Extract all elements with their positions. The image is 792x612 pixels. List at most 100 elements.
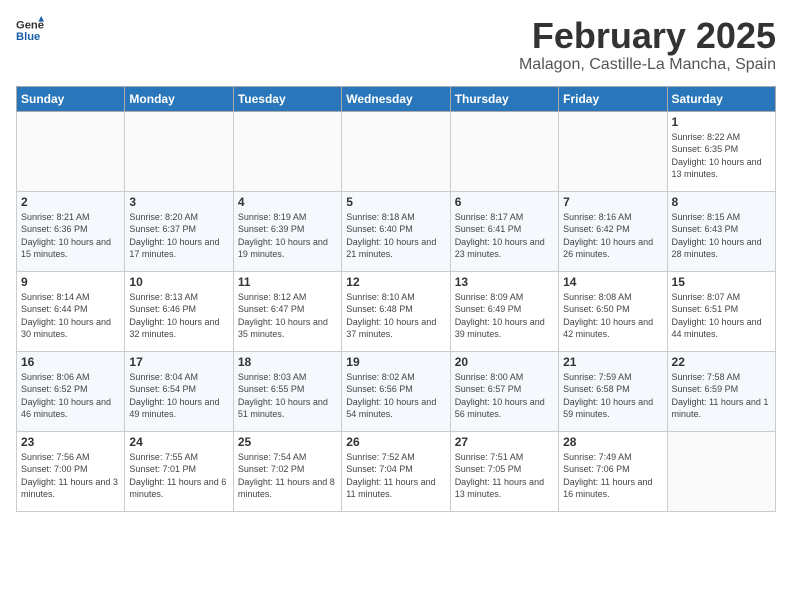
calendar-cell: 23 Sunrise: 7:56 AM Sunset: 7:00 PM Dayli… (17, 431, 125, 511)
calendar-cell: 1 Sunrise: 8:22 AM Sunset: 6:35 PM Daylig… (667, 111, 775, 191)
day-number: 7 (563, 195, 662, 209)
day-info: Sunrise: 7:56 AM Sunset: 7:00 PM Dayligh… (21, 451, 120, 501)
calendar-cell: 7 Sunrise: 8:16 AM Sunset: 6:42 PM Daylig… (559, 191, 667, 271)
day-number: 1 (672, 115, 771, 129)
day-info: Sunrise: 8:04 AM Sunset: 6:54 PM Dayligh… (129, 371, 228, 421)
day-info: Sunrise: 8:16 AM Sunset: 6:42 PM Dayligh… (563, 211, 662, 261)
calendar-cell: 22 Sunrise: 7:58 AM Sunset: 6:59 PM Dayli… (667, 351, 775, 431)
day-number: 16 (21, 355, 120, 369)
calendar-cell: 24 Sunrise: 7:55 AM Sunset: 7:01 PM Dayli… (125, 431, 233, 511)
day-number: 23 (21, 435, 120, 449)
calendar-cell: 6 Sunrise: 8:17 AM Sunset: 6:41 PM Daylig… (450, 191, 558, 271)
svg-text:Blue: Blue (16, 31, 40, 43)
day-info: Sunrise: 8:07 AM Sunset: 6:51 PM Dayligh… (672, 291, 771, 341)
month-title: February 2025 (519, 16, 776, 56)
day-info: Sunrise: 7:51 AM Sunset: 7:05 PM Dayligh… (455, 451, 554, 501)
title-area: February 2025 Malagon, Castille-La Manch… (519, 16, 776, 74)
calendar-week-row: 23 Sunrise: 7:56 AM Sunset: 7:00 PM Dayli… (17, 431, 776, 511)
logo-icon: General Blue (16, 16, 44, 44)
day-number: 28 (563, 435, 662, 449)
calendar-week-row: 9 Sunrise: 8:14 AM Sunset: 6:44 PM Daylig… (17, 271, 776, 351)
calendar-cell: 14Sunrise: 8:08 AM Sunset: 6:50 PM Dayli… (559, 271, 667, 351)
calendar-cell (559, 111, 667, 191)
calendar-cell: 12Sunrise: 8:10 AM Sunset: 6:48 PM Dayli… (342, 271, 450, 351)
calendar-cell: 8Sunrise: 8:15 AM Sunset: 6:43 PM Daylig… (667, 191, 775, 271)
day-info: Sunrise: 8:02 AM Sunset: 6:56 PM Dayligh… (346, 371, 445, 421)
calendar-cell: 21 Sunrise: 7:59 AM Sunset: 6:58 PM Dayli… (559, 351, 667, 431)
calendar-table: SundayMondayTuesdayWednesdayThursdayFrid… (16, 86, 776, 512)
day-number: 8 (672, 195, 771, 209)
calendar-cell: 20 Sunrise: 8:00 AM Sunset: 6:57 PM Dayli… (450, 351, 558, 431)
calendar-cell: 2 Sunrise: 8:21 AM Sunset: 6:36 PM Daylig… (17, 191, 125, 271)
calendar-cell: 17 Sunrise: 8:04 AM Sunset: 6:54 PM Dayli… (125, 351, 233, 431)
day-number: 18 (238, 355, 337, 369)
day-number: 25 (238, 435, 337, 449)
header: General Blue February 2025 Malagon, Cast… (16, 16, 776, 74)
calendar-cell: 10Sunrise: 8:13 AM Sunset: 6:46 PM Dayli… (125, 271, 233, 351)
location-title: Malagon, Castille-La Mancha, Spain (519, 56, 776, 74)
calendar-cell: 15 Sunrise: 8:07 AM Sunset: 6:51 PM Dayli… (667, 271, 775, 351)
day-number: 17 (129, 355, 228, 369)
weekday-header-monday: Monday (125, 86, 233, 111)
day-number: 13 (455, 275, 554, 289)
calendar-cell: 26 Sunrise: 7:52 AM Sunset: 7:04 PM Dayli… (342, 431, 450, 511)
calendar-week-row: 1 Sunrise: 8:22 AM Sunset: 6:35 PM Daylig… (17, 111, 776, 191)
day-info: Sunrise: 8:10 AM Sunset: 6:48 PM Dayligh… (346, 291, 445, 341)
day-info: Sunrise: 7:49 AM Sunset: 7:06 PM Dayligh… (563, 451, 662, 501)
weekday-header-sunday: Sunday (17, 86, 125, 111)
day-number: 9 (21, 275, 120, 289)
day-info: Sunrise: 7:52 AM Sunset: 7:04 PM Dayligh… (346, 451, 445, 501)
day-info: Sunrise: 8:17 AM Sunset: 6:41 PM Dayligh… (455, 211, 554, 261)
weekday-header-tuesday: Tuesday (233, 86, 341, 111)
day-info: Sunrise: 7:59 AM Sunset: 6:58 PM Dayligh… (563, 371, 662, 421)
calendar-cell: 13 Sunrise: 8:09 AM Sunset: 6:49 PM Dayli… (450, 271, 558, 351)
day-info: Sunrise: 7:55 AM Sunset: 7:01 PM Dayligh… (129, 451, 228, 501)
calendar-cell: 25 Sunrise: 7:54 AM Sunset: 7:02 PM Dayli… (233, 431, 341, 511)
day-info: Sunrise: 7:54 AM Sunset: 7:02 PM Dayligh… (238, 451, 337, 501)
day-info: Sunrise: 8:14 AM Sunset: 6:44 PM Dayligh… (21, 291, 120, 341)
calendar-cell (233, 111, 341, 191)
day-number: 2 (21, 195, 120, 209)
day-number: 22 (672, 355, 771, 369)
weekday-header-wednesday: Wednesday (342, 86, 450, 111)
weekday-header-row: SundayMondayTuesdayWednesdayThursdayFrid… (17, 86, 776, 111)
weekday-header-friday: Friday (559, 86, 667, 111)
calendar-cell (667, 431, 775, 511)
day-number: 24 (129, 435, 228, 449)
day-number: 26 (346, 435, 445, 449)
day-info: Sunrise: 8:21 AM Sunset: 6:36 PM Dayligh… (21, 211, 120, 261)
calendar-cell: 19 Sunrise: 8:02 AM Sunset: 6:56 PM Dayli… (342, 351, 450, 431)
calendar-week-row: 16 Sunrise: 8:06 AM Sunset: 6:52 PM Dayli… (17, 351, 776, 431)
day-info: Sunrise: 8:12 AM Sunset: 6:47 PM Dayligh… (238, 291, 337, 341)
day-info: Sunrise: 8:22 AM Sunset: 6:35 PM Dayligh… (672, 131, 771, 181)
day-number: 21 (563, 355, 662, 369)
day-number: 4 (238, 195, 337, 209)
day-info: Sunrise: 8:00 AM Sunset: 6:57 PM Dayligh… (455, 371, 554, 421)
day-info: Sunrise: 8:03 AM Sunset: 6:55 PM Dayligh… (238, 371, 337, 421)
calendar-cell (125, 111, 233, 191)
day-info: Sunrise: 8:06 AM Sunset: 6:52 PM Dayligh… (21, 371, 120, 421)
calendar-cell: 9 Sunrise: 8:14 AM Sunset: 6:44 PM Daylig… (17, 271, 125, 351)
calendar-week-row: 2 Sunrise: 8:21 AM Sunset: 6:36 PM Daylig… (17, 191, 776, 271)
day-info: Sunrise: 8:19 AM Sunset: 6:39 PM Dayligh… (238, 211, 337, 261)
day-info: Sunrise: 8:18 AM Sunset: 6:40 PM Dayligh… (346, 211, 445, 261)
calendar-cell (450, 111, 558, 191)
day-info: Sunrise: 7:58 AM Sunset: 6:59 PM Dayligh… (672, 371, 771, 421)
calendar-cell (342, 111, 450, 191)
weekday-header-saturday: Saturday (667, 86, 775, 111)
day-info: Sunrise: 8:09 AM Sunset: 6:49 PM Dayligh… (455, 291, 554, 341)
day-number: 5 (346, 195, 445, 209)
calendar-cell: 18 Sunrise: 8:03 AM Sunset: 6:55 PM Dayli… (233, 351, 341, 431)
calendar-cell (17, 111, 125, 191)
day-number: 6 (455, 195, 554, 209)
day-number: 27 (455, 435, 554, 449)
calendar-cell: 5 Sunrise: 8:18 AM Sunset: 6:40 PM Daylig… (342, 191, 450, 271)
day-number: 14 (563, 275, 662, 289)
day-number: 19 (346, 355, 445, 369)
day-number: 3 (129, 195, 228, 209)
day-number: 15 (672, 275, 771, 289)
calendar-cell: 27 Sunrise: 7:51 AM Sunset: 7:05 PM Dayli… (450, 431, 558, 511)
calendar-cell: 3Sunrise: 8:20 AM Sunset: 6:37 PM Daylig… (125, 191, 233, 271)
calendar-cell: 28 Sunrise: 7:49 AM Sunset: 7:06 PM Dayli… (559, 431, 667, 511)
day-number: 20 (455, 355, 554, 369)
